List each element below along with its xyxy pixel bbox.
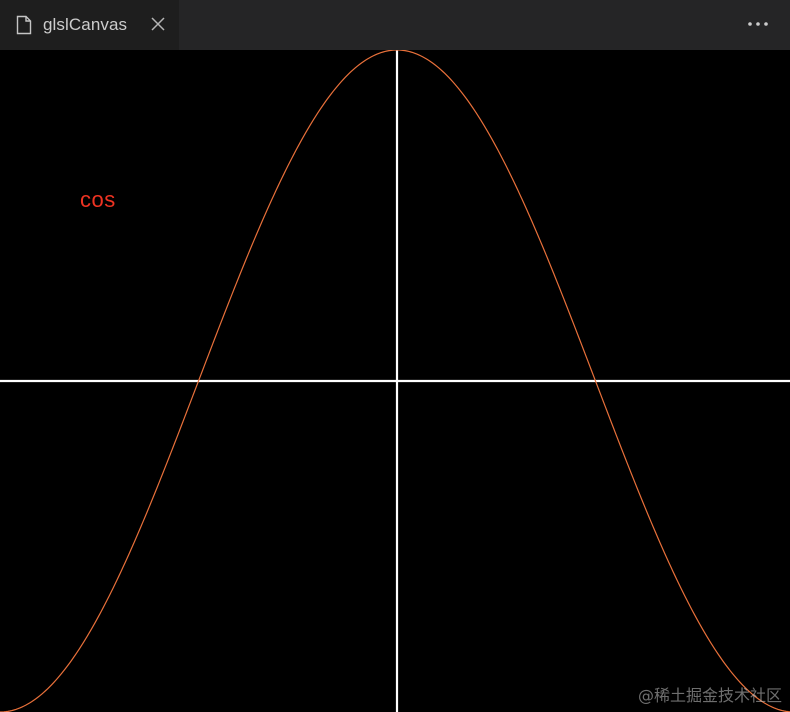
glslcanvas-window: glslCanvas cos @稀土掘金技术社区 — [0, 0, 790, 712]
cos-plot — [0, 50, 790, 712]
watermark: @稀土掘金技术社区 — [637, 686, 782, 705]
tab-title: glslCanvas — [43, 15, 128, 34]
close-icon[interactable] — [148, 14, 168, 34]
tab-bar: glslCanvas — [0, 0, 790, 50]
curve-label: cos — [80, 187, 116, 212]
shader-canvas: cos @稀土掘金技术社区 — [0, 50, 790, 712]
file-icon — [16, 15, 32, 35]
tab-glslcanvas[interactable]: glslCanvas — [0, 0, 179, 50]
more-actions-icon[interactable] — [746, 14, 770, 34]
